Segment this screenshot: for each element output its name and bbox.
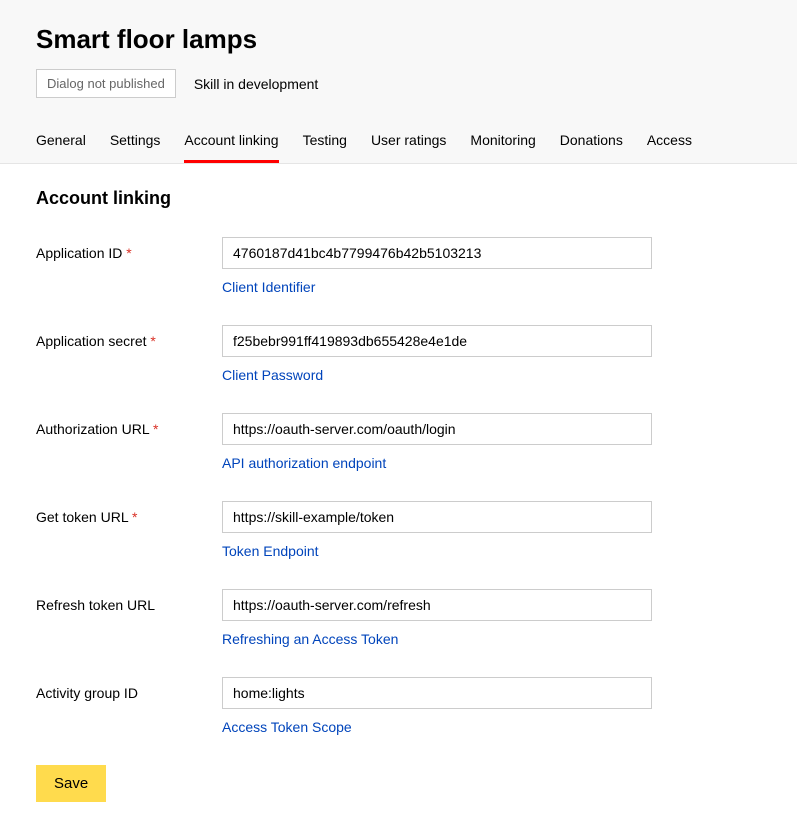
label-auth-url-text: Authorization URL	[36, 421, 149, 437]
form-row-app-secret: Application secret * Client Password	[36, 325, 761, 383]
help-app-secret[interactable]: Client Password	[222, 367, 323, 383]
field-auth-url: API authorization endpoint	[222, 413, 652, 471]
header-area: Smart floor lamps Dialog not published S…	[0, 0, 797, 164]
help-auth-url[interactable]: API authorization endpoint	[222, 455, 386, 471]
field-app-id: Client Identifier	[222, 237, 652, 295]
help-app-id[interactable]: Client Identifier	[222, 279, 315, 295]
status-badge: Dialog not published	[36, 69, 176, 98]
label-token-url-text: Get token URL	[36, 509, 128, 525]
tab-general[interactable]: General	[36, 122, 86, 163]
help-refresh-url[interactable]: Refreshing an Access Token	[222, 631, 398, 647]
required-marker: *	[126, 245, 131, 261]
help-token-url[interactable]: Token Endpoint	[222, 543, 319, 559]
tab-testing[interactable]: Testing	[303, 122, 347, 163]
content: Account linking Application ID * Client …	[0, 164, 797, 832]
label-app-secret: Application secret *	[36, 325, 222, 349]
tab-monitoring[interactable]: Monitoring	[470, 122, 535, 163]
field-refresh-url: Refreshing an Access Token	[222, 589, 652, 647]
input-token-url[interactable]	[222, 501, 652, 533]
page-title: Smart floor lamps	[36, 24, 761, 55]
required-marker: *	[150, 333, 155, 349]
field-token-url: Token Endpoint	[222, 501, 652, 559]
required-marker: *	[132, 509, 137, 525]
field-activity-group: Access Token Scope	[222, 677, 652, 735]
tab-donations[interactable]: Donations	[560, 122, 623, 163]
form-row-refresh-url: Refresh token URL Refreshing an Access T…	[36, 589, 761, 647]
input-app-secret[interactable]	[222, 325, 652, 357]
tab-account-linking[interactable]: Account linking	[184, 122, 278, 163]
label-token-url: Get token URL *	[36, 501, 222, 525]
tab-user-ratings[interactable]: User ratings	[371, 122, 446, 163]
form-row-auth-url: Authorization URL * API authorization en…	[36, 413, 761, 471]
input-auth-url[interactable]	[222, 413, 652, 445]
tab-access[interactable]: Access	[647, 122, 692, 163]
label-app-id: Application ID *	[36, 237, 222, 261]
section-title: Account linking	[36, 188, 761, 209]
required-marker: *	[153, 421, 158, 437]
label-activity-group: Activity group ID	[36, 677, 222, 701]
form-row-app-id: Application ID * Client Identifier	[36, 237, 761, 295]
input-refresh-url[interactable]	[222, 589, 652, 621]
label-app-secret-text: Application secret	[36, 333, 147, 349]
field-app-secret: Client Password	[222, 325, 652, 383]
label-auth-url: Authorization URL *	[36, 413, 222, 437]
input-activity-group[interactable]	[222, 677, 652, 709]
label-refresh-url: Refresh token URL	[36, 589, 222, 613]
label-activity-group-text: Activity group ID	[36, 685, 138, 701]
form-row-activity-group: Activity group ID Access Token Scope	[36, 677, 761, 735]
help-activity-group[interactable]: Access Token Scope	[222, 719, 352, 735]
label-app-id-text: Application ID	[36, 245, 122, 261]
input-app-id[interactable]	[222, 237, 652, 269]
form-row-token-url: Get token URL * Token Endpoint	[36, 501, 761, 559]
tab-settings[interactable]: Settings	[110, 122, 161, 163]
save-button[interactable]: Save	[36, 765, 106, 802]
status-text: Skill in development	[194, 76, 319, 92]
status-row: Dialog not published Skill in developmen…	[36, 69, 761, 98]
label-refresh-url-text: Refresh token URL	[36, 597, 155, 613]
tabs: General Settings Account linking Testing…	[36, 122, 761, 163]
